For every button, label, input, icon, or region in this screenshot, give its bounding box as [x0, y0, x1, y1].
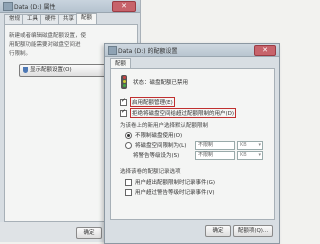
show-quota-settings-button[interactable]: 显示配额设置(O): [19, 64, 111, 77]
properties-tabs: 常规 工具 硬件 共享 配额: [4, 13, 140, 25]
deny-space-checkbox[interactable]: 拒绝将磁盘空间给超过配额限制的用户(D): [120, 108, 237, 118]
no-limit-radio[interactable]: 不限制磁盘使用(O): [125, 131, 182, 139]
checkbox-box[interactable]: [120, 108, 127, 117]
warning-level-label: 将警告等级设为(S): [133, 153, 180, 159]
quota-description-line: 用配额功能需要对磁盘空间进: [9, 42, 81, 48]
warning-level-unit-select[interactable]: KB: [237, 151, 263, 160]
quota-entries-button[interactable]: 配额项(Q)...: [233, 225, 273, 237]
properties-titlebar: Data (D:) 属性 ✕: [0, 0, 140, 13]
limit-space-label: 将磁盘空间限制为(L): [135, 143, 187, 149]
log-exceed-warning-checkbox[interactable]: 用户超过警告等级时记录事件(V): [125, 188, 215, 196]
quota-status: 状态：磁盘配额已禁用: [133, 80, 189, 86]
quota-ok-button[interactable]: 确定: [205, 225, 231, 237]
log-exceed-limit-checkbox[interactable]: 用户超出配额限制时记录事件(G): [125, 178, 215, 186]
no-limit-label: 不限制磁盘使用(O): [135, 133, 183, 139]
quota-settings-close-button[interactable]: ✕: [254, 45, 276, 56]
drive-icon: [3, 2, 13, 11]
radio-circle[interactable]: [125, 141, 132, 149]
checkbox-box[interactable]: [125, 188, 132, 196]
properties-close-button[interactable]: ✕: [112, 1, 136, 12]
limit-space-input[interactable]: 不限制: [195, 141, 235, 150]
quota-settings-titlebar: Data (D:) 的配额设置 ✕: [105, 44, 279, 57]
radio-circle[interactable]: [125, 131, 132, 139]
checkbox-box[interactable]: [120, 97, 127, 106]
enable-quota-label: 启用配额管理(E): [130, 97, 175, 107]
warning-level-input[interactable]: 不限制: [195, 151, 235, 160]
warning-level-row: 将警告等级设为(S): [133, 151, 179, 159]
drive-icon: [108, 46, 117, 55]
limit-space-radio[interactable]: 将磁盘空间限制为(L): [125, 141, 186, 149]
quota-description-line: 行限制。: [9, 51, 32, 57]
quota-settings-title: Data (D:) 的配额设置: [118, 48, 178, 55]
default-limit-section-label: 为该卷上的新用户选择默认配额限制: [120, 123, 209, 129]
log-exceed-warning-label: 用户超过警告等级时记录事件(V): [135, 190, 215, 196]
checkbox-box[interactable]: [125, 178, 132, 186]
quota-settings-window: Data (D:) 的配额设置 ✕ 配额 状态：磁盘配额已禁用 启用配额管理(E…: [104, 43, 280, 244]
show-quota-settings-label: 显示配额设置(O): [30, 67, 72, 73]
properties-title: Data (D:) 属性: [14, 4, 56, 11]
properties-ok-button[interactable]: 确定: [76, 227, 102, 239]
quota-description-line: 新建或者编辑磁盘配额设置，使: [9, 33, 87, 39]
enable-quota-checkbox[interactable]: 启用配额管理(E): [120, 97, 175, 107]
shield-icon: [23, 66, 28, 73]
limit-space-unit-select[interactable]: KB: [237, 141, 263, 150]
deny-space-label: 拒绝将磁盘空间给超过配额限制的用户(D): [130, 108, 237, 118]
traffic-light-icon: [121, 75, 127, 89]
log-exceed-limit-label: 用户超出配额限制时记录事件(G): [135, 180, 216, 186]
logging-section-label: 选择该卷的配额记录选项: [120, 169, 181, 175]
quota-settings-panel: 状态：磁盘配额已禁用 启用配额管理(E) 拒绝将磁盘空间给超过配额限制的用户(D…: [110, 68, 275, 220]
